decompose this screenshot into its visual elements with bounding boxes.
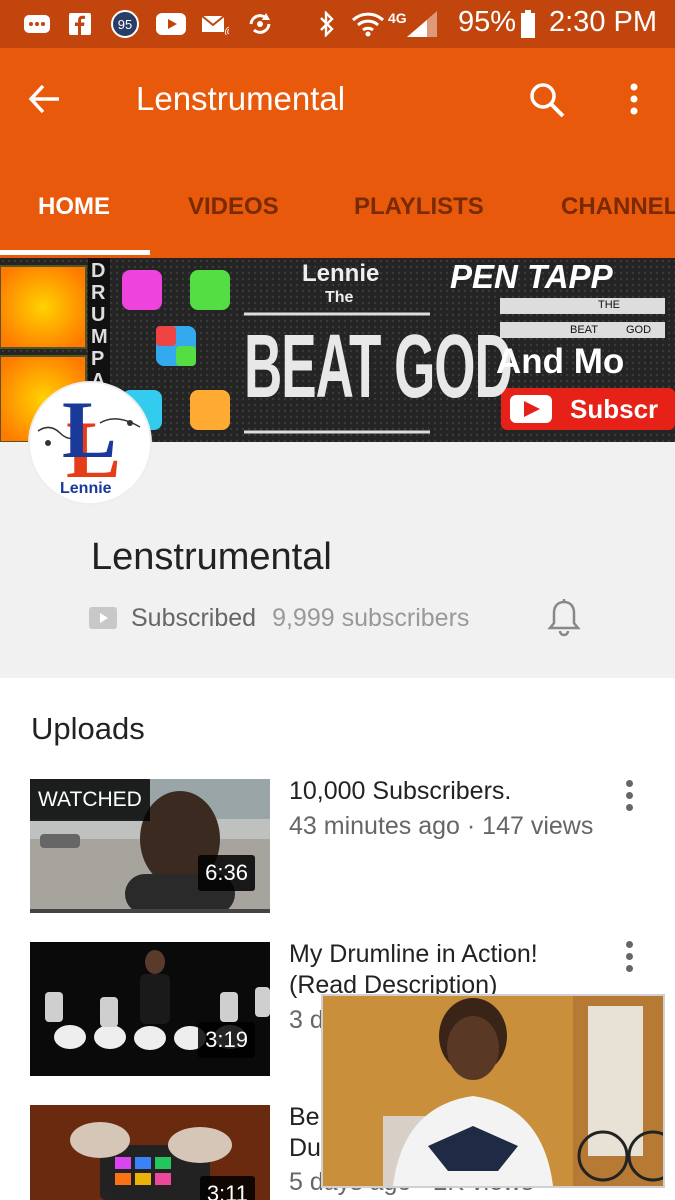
channel-avatar[interactable]: L L Lennie — [30, 383, 150, 503]
video-duration: 6:36 — [198, 855, 255, 891]
video-duration: 3:19 — [198, 1022, 255, 1058]
video-thumbnail[interactable]: 3:19 — [30, 942, 270, 1076]
video-thumbnail[interactable]: WATCHED 6:36 — [30, 779, 270, 913]
email-icon: @ — [201, 12, 229, 36]
bluetooth-icon — [316, 11, 338, 37]
youtube-icon — [156, 12, 186, 36]
banner-name-line2: The — [325, 289, 354, 306]
avatar-label: Lennie — [60, 480, 112, 497]
banner-side-text: DRUMPA — [91, 260, 108, 392]
banner-right-line1: PEN TAPP — [450, 258, 613, 295]
tab-bar: HOME VIDEOS PLAYLISTS CHANNELS — [0, 153, 675, 258]
avatar-letter: L — [62, 384, 117, 475]
video-menu-icon[interactable] — [620, 938, 640, 974]
tab-playlists[interactable]: PLAYLISTS — [354, 193, 484, 221]
video-title[interactable]: My Drumline in Action! (Read Description… — [289, 939, 609, 1001]
sync-icon — [246, 12, 274, 36]
banner-small-line2: BEAT — [570, 324, 598, 336]
video-duration: 3:11 — [199, 1176, 255, 1200]
subscribed-label[interactable]: Subscribed — [131, 604, 256, 633]
tab-home[interactable]: HOME — [38, 193, 110, 221]
banner-small-line3: GOD — [626, 324, 652, 336]
page-title: Lenstrumental — [136, 80, 346, 117]
banner-small-line1: THE — [598, 299, 620, 311]
tab-videos[interactable]: VIDEOS — [188, 193, 279, 221]
battery-icon — [520, 10, 536, 38]
svg-text:@: @ — [224, 24, 229, 35]
radio-95-icon: 95 — [111, 10, 139, 38]
signal-icon — [405, 11, 439, 37]
banner-big-text: BEAT GOD — [244, 316, 513, 418]
mini-player[interactable] — [321, 994, 665, 1188]
video-meta: 3 d — [289, 1006, 324, 1034]
wifi-icon — [350, 12, 386, 37]
video-meta: 43 minutes ago · 147 views — [289, 812, 594, 840]
active-tab-indicator — [0, 250, 150, 255]
banner-name-line1: Lennie — [302, 260, 380, 287]
video-title[interactable]: 10,000 Subscribers. — [289, 776, 609, 807]
watched-badge: WATCHED — [30, 779, 150, 821]
network-type: 4G — [388, 10, 407, 26]
subscriber-count: 9,999 subscribers — [272, 603, 470, 632]
notification-bell-icon[interactable] — [546, 598, 582, 638]
uploads-heading: Uploads — [31, 711, 145, 746]
subscribed-icon[interactable] — [89, 607, 117, 629]
more-vert-icon[interactable] — [624, 82, 644, 118]
subscription-row: Subscribed 9,999 subscribers — [89, 602, 469, 634]
app-bar: Lenstrumental — [0, 48, 675, 153]
back-arrow-icon[interactable] — [26, 80, 64, 118]
channel-name: Lenstrumental — [91, 536, 332, 578]
mini-player-video — [323, 996, 663, 1186]
clock: 2:30 PM — [549, 6, 657, 38]
svg-text:95: 95 — [118, 17, 132, 32]
banner-subscribe-label: Subscr — [570, 394, 659, 424]
video-menu-icon[interactable] — [620, 777, 640, 813]
status-bar: 95 @ 4G 95% 2:30 PM — [0, 0, 675, 48]
video-thumbnail[interactable]: 3:11 — [30, 1105, 270, 1200]
facebook-icon — [68, 12, 92, 36]
video-title-line: My Drumline in Action! — [289, 940, 538, 968]
banner-right-line2: And Mo — [496, 342, 625, 381]
search-icon[interactable] — [528, 81, 566, 119]
tab-channels[interactable]: CHANNELS — [561, 193, 675, 221]
battery-percent: 95% — [458, 6, 517, 38]
messages-icon — [24, 12, 50, 36]
